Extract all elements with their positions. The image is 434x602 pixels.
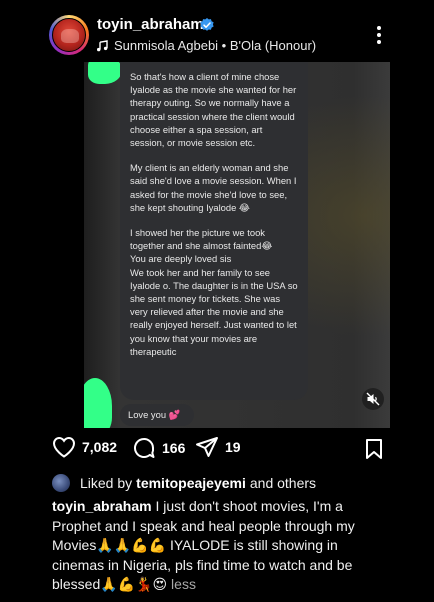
post-media[interactable]: So that's how a client of mine chose Iya… bbox=[84, 62, 390, 428]
share-count: 19 bbox=[225, 439, 241, 455]
chat-paragraph: So that's how a client of mine chose Iya… bbox=[130, 71, 297, 149]
post-username[interactable]: toyin_abraham bbox=[97, 16, 204, 33]
audio-track-link[interactable]: Sunmisola Agbebi • B'Ola (Honour) bbox=[96, 38, 316, 53]
like-count: 7,082 bbox=[82, 439, 118, 455]
liked-by-line[interactable]: Liked by temitopeajeyemi and others bbox=[52, 474, 316, 492]
bookmark-icon[interactable] bbox=[364, 438, 384, 460]
caption-less-link[interactable]: less bbox=[171, 576, 196, 592]
avatar-image bbox=[52, 18, 86, 52]
chat-screenshot-bubble: So that's how a client of mine chose Iya… bbox=[120, 62, 308, 400]
more-options-icon[interactable] bbox=[371, 24, 387, 46]
mute-toggle-button[interactable] bbox=[362, 388, 384, 410]
chat-line: You are deeply loved sis bbox=[130, 253, 232, 265]
post-caption: toyin_abraham I just don't shoot movies,… bbox=[52, 497, 392, 595]
verified-badge-icon bbox=[200, 18, 214, 31]
chat-paragraph: My client is an elderly woman and she sa… bbox=[130, 162, 297, 213]
chat-line: We took her and her family to see Iyalod… bbox=[130, 266, 298, 357]
speaker-muted-icon bbox=[366, 392, 380, 406]
comment-icon bbox=[134, 438, 155, 458]
heart-icon bbox=[52, 436, 76, 458]
send-icon bbox=[196, 437, 218, 457]
liker-avatar bbox=[52, 474, 70, 492]
like-button[interactable]: 7,082 bbox=[52, 436, 117, 458]
audio-track-label: Sunmisola Agbebi • B'Ola (Honour) bbox=[114, 38, 317, 53]
chat-paragraph: I showed her the picture we took togethe… bbox=[130, 227, 273, 252]
comment-count: 166 bbox=[162, 440, 186, 456]
post-header: toyin_abraham Sunmisola Agbebi • B'Ola (… bbox=[0, 0, 434, 62]
liker-username[interactable]: temitopeajeyemi bbox=[136, 475, 246, 491]
share-button[interactable]: 19 bbox=[195, 436, 241, 458]
liked-by-suffix: and others bbox=[249, 475, 317, 491]
chat-love-bubble: Love you 💕 bbox=[120, 404, 194, 426]
profile-avatar[interactable] bbox=[49, 15, 89, 55]
caption-username[interactable]: toyin_abraham bbox=[52, 498, 152, 514]
liked-by-prefix: Liked by bbox=[80, 475, 133, 491]
music-note-icon bbox=[97, 39, 108, 51]
post-action-bar: 7,082 166 19 bbox=[0, 432, 434, 466]
comment-button[interactable]: 166 bbox=[132, 436, 185, 460]
